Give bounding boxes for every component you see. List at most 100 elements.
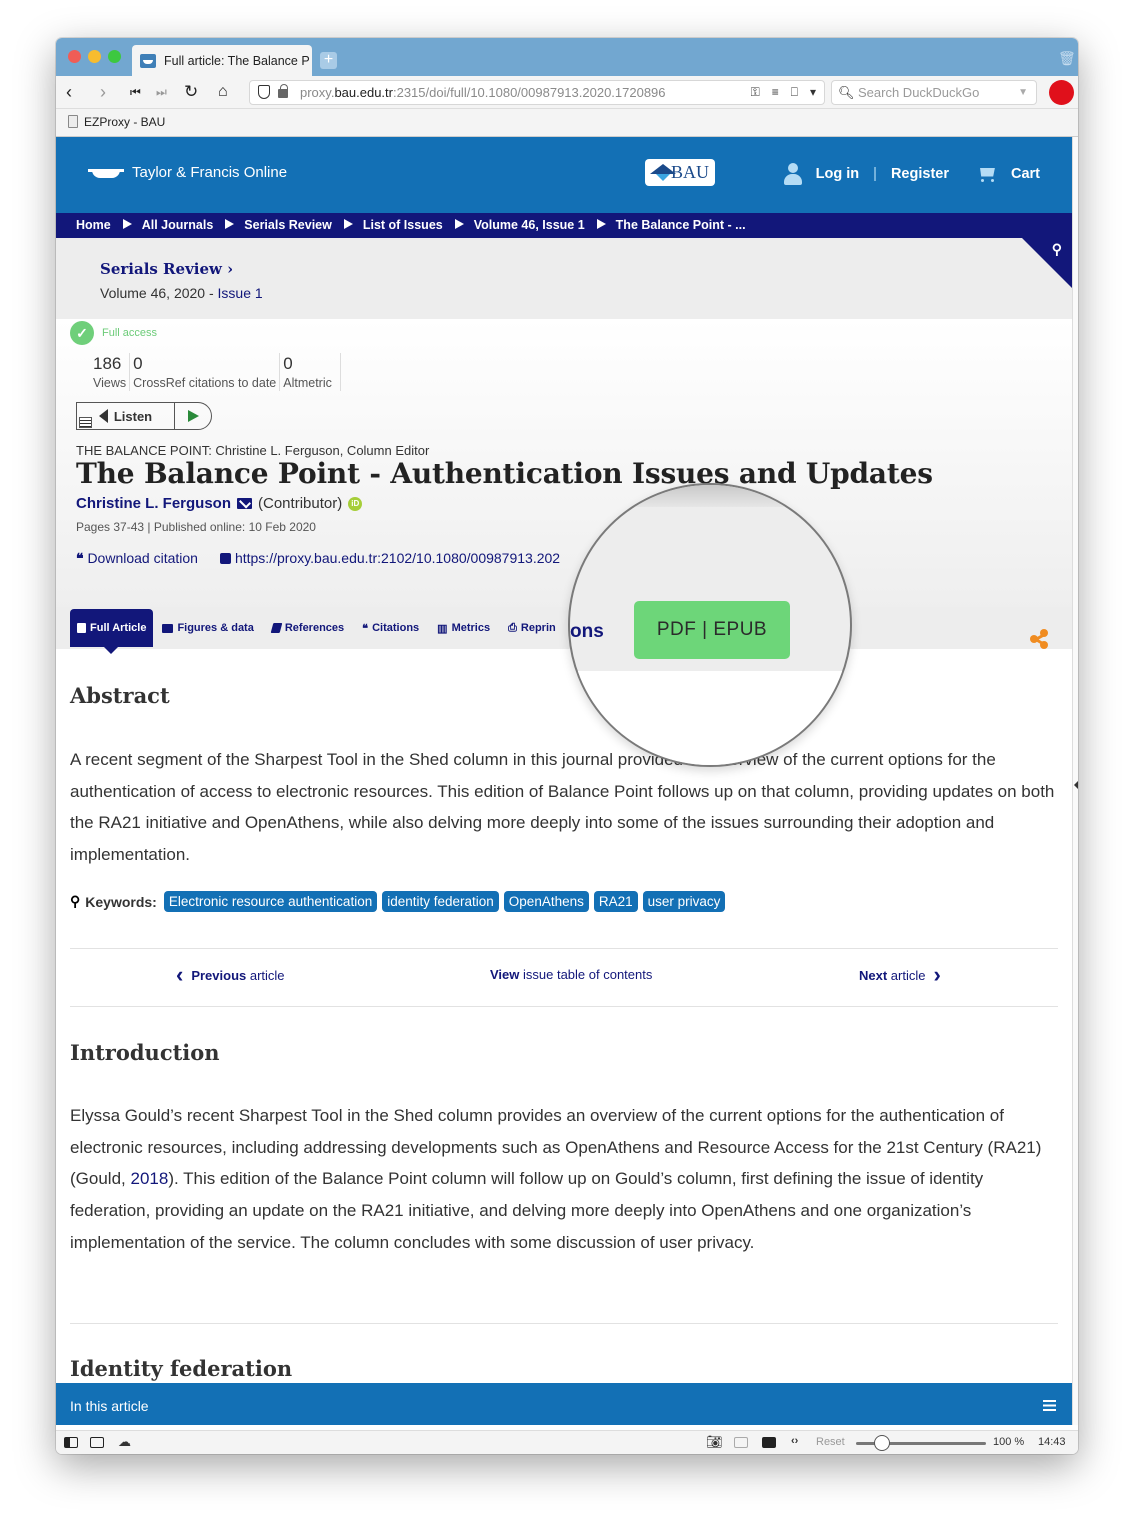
breadcrumb-list-of-issues[interactable]: List of Issues (363, 218, 443, 232)
view-rest: issue table of contents (519, 967, 653, 982)
zoom-slider[interactable] (856, 1435, 986, 1451)
tab-full-article[interactable]: Full Article (70, 609, 154, 654)
tab-tiling-icon[interactable] (90, 1437, 104, 1448)
bau-mark-icon (650, 164, 676, 174)
metric-value: 0 (283, 354, 293, 373)
issue-link[interactable]: Issue 1 (218, 285, 263, 301)
breadcrumb-all-journals[interactable]: All Journals (142, 218, 214, 232)
trash-icon[interactable]: 🗑 (1058, 50, 1076, 66)
zoom-slider-handle[interactable] (874, 1435, 890, 1451)
intro-text-after: ). This edition of the Balance Point col… (70, 1169, 984, 1252)
scrollbar[interactable] (1072, 137, 1078, 1425)
minimize-window-button[interactable] (88, 50, 101, 63)
metric-value: 0 (133, 354, 143, 373)
close-window-button[interactable] (68, 50, 81, 63)
login-link[interactable]: Log in (816, 166, 860, 182)
magnified-page-background (570, 671, 850, 765)
previous-article-link[interactable]: ‹ Previous article (176, 962, 285, 987)
author-link[interactable]: Christine L. Ferguson (76, 495, 231, 512)
breadcrumb-serials-review[interactable]: Serials Review (244, 218, 332, 232)
chevron-down-icon[interactable]: ▼ (1018, 81, 1028, 104)
breadcrumb-current: The Balance Point - ... (615, 218, 746, 232)
breadcrumb-home[interactable]: Home (76, 218, 111, 232)
tandf-logo[interactable]: Taylor & Francis Online (88, 163, 287, 181)
cloud-sync-icon[interactable]: ☁ (118, 1434, 131, 1450)
shield-icon[interactable] (258, 85, 270, 99)
keyword-tag[interactable]: user privacy (642, 891, 726, 912)
address-bar[interactable]: proxy.bau.edu.tr:2315/doi/full/10.1080/0… (249, 80, 825, 105)
bookmark-icon[interactable]: ⎕ (791, 81, 798, 104)
keyword-tag[interactable]: identity federation (382, 891, 499, 912)
publication-info: Pages 37-43 | Published online: 10 Feb 2… (76, 520, 316, 534)
panel-toggle-icon[interactable] (1074, 781, 1078, 789)
envelope-icon[interactable] (237, 498, 253, 509)
tab-reprints[interactable]: ⎙ Reprin (499, 609, 565, 647)
play-button[interactable] (175, 410, 211, 422)
zoom-window-button[interactable] (108, 50, 121, 63)
orcid-icon[interactable]: iD (348, 496, 363, 511)
search-placeholder: Search DuckDuckGo (858, 85, 980, 100)
back-button[interactable]: ‹ (66, 81, 72, 103)
separator: | (873, 166, 877, 182)
institution-logo[interactable]: BAU (645, 159, 715, 186)
reader-view-icon[interactable]: ≡ (772, 81, 779, 104)
search-corner-button[interactable] (1022, 238, 1072, 288)
tab-references[interactable]: References (263, 609, 353, 647)
citation-link[interactable]: 2018 (130, 1169, 168, 1188)
metric-crossref[interactable]: 0 CrossRef citations to date (130, 353, 281, 391)
home-button[interactable]: ⌂ (218, 81, 228, 103)
register-link[interactable]: Register (891, 166, 949, 182)
download-citation-link[interactable]: ❝ Download citation (76, 550, 198, 567)
new-tab-button[interactable]: + (320, 52, 337, 69)
search-input[interactable]: 🔍︎ Search DuckDuckGo ▼ (831, 80, 1037, 105)
breadcrumb-volume[interactable]: Volume 46, Issue 1 (474, 218, 585, 232)
tab-figures-data[interactable]: Figures & data (153, 609, 262, 647)
key-icon[interactable]: ⚿ (751, 81, 760, 104)
journal-volume: Volume 46, 2020 - Issue 1 (100, 285, 263, 301)
pdf-epub-button[interactable]: PDF | EPUB (634, 601, 790, 659)
doi-link[interactable]: https://proxy.bau.edu.tr:2102/10.1080/00… (219, 550, 560, 567)
in-this-article-bar[interactable]: In this article (56, 1383, 1072, 1425)
keyword-tag[interactable]: RA21 (593, 891, 638, 912)
menu-icon[interactable] (79, 417, 92, 428)
metric-altmetric[interactable]: 0 Altmetric (280, 353, 341, 391)
view-bold: View (490, 967, 520, 982)
image-icon (162, 623, 174, 633)
camera-icon[interactable]: 📷︎ (706, 1434, 723, 1450)
chevron-left-icon: ‹ (176, 962, 184, 987)
status-bar: ☁ 📷︎ ‹› Reset 100 % 14:43 (56, 1430, 1078, 1454)
keyword-tag[interactable]: OpenAthens (503, 891, 589, 912)
metric-label: Altmetric (283, 376, 332, 390)
logo-text: Taylor & Francis Online (132, 163, 288, 181)
bookmark-item-ezproxy[interactable]: EZProxy - BAU (68, 115, 165, 129)
images-icon[interactable] (762, 1437, 776, 1448)
hamburger-menu-icon[interactable] (1043, 1400, 1056, 1411)
page-actions-icon[interactable] (734, 1437, 748, 1448)
tab-label: Full Article (90, 622, 147, 634)
share-icon[interactable] (1030, 629, 1050, 649)
tab-metrics[interactable]: ▥ Metrics (428, 609, 499, 647)
next-article-link[interactable]: Next article › (859, 964, 941, 986)
journal-title-link[interactable]: Serials Review › (100, 260, 233, 278)
metric-views[interactable]: 186 Views (90, 353, 131, 391)
code-icon[interactable]: ‹› (791, 1435, 798, 1447)
fast-forward-icon[interactable]: ⏭ (156, 81, 167, 103)
dropdown-arrow-icon[interactable]: ▾ (810, 81, 816, 104)
panel-toggle-icon[interactable] (64, 1437, 78, 1448)
article-tabs: Full Article Figures & data References ❝… (70, 609, 565, 654)
forward-button[interactable]: › (100, 81, 106, 103)
access-label: Full access (102, 327, 158, 339)
metric-value: 186 (93, 354, 122, 373)
vivaldi-menu-button[interactable] (1049, 80, 1074, 105)
reload-button[interactable]: ↻ (184, 81, 198, 103)
zoom-reset-button[interactable]: Reset (816, 1436, 845, 1448)
tab-citations[interactable]: ❝ Citations (353, 609, 428, 647)
issue-toc-link[interactable]: View issue table of contents (490, 967, 652, 982)
browser-tab-active[interactable]: Full article: The Balance P (132, 45, 312, 76)
lock-icon[interactable] (278, 84, 288, 98)
keyword-tag[interactable]: Electronic resource authentication (163, 891, 378, 912)
rewind-icon[interactable]: ⏮ (130, 81, 141, 103)
cart-link[interactable]: Cart (1011, 166, 1040, 182)
cart-icon[interactable] (977, 166, 997, 183)
search-icon[interactable]: ⚲ (1052, 241, 1062, 258)
